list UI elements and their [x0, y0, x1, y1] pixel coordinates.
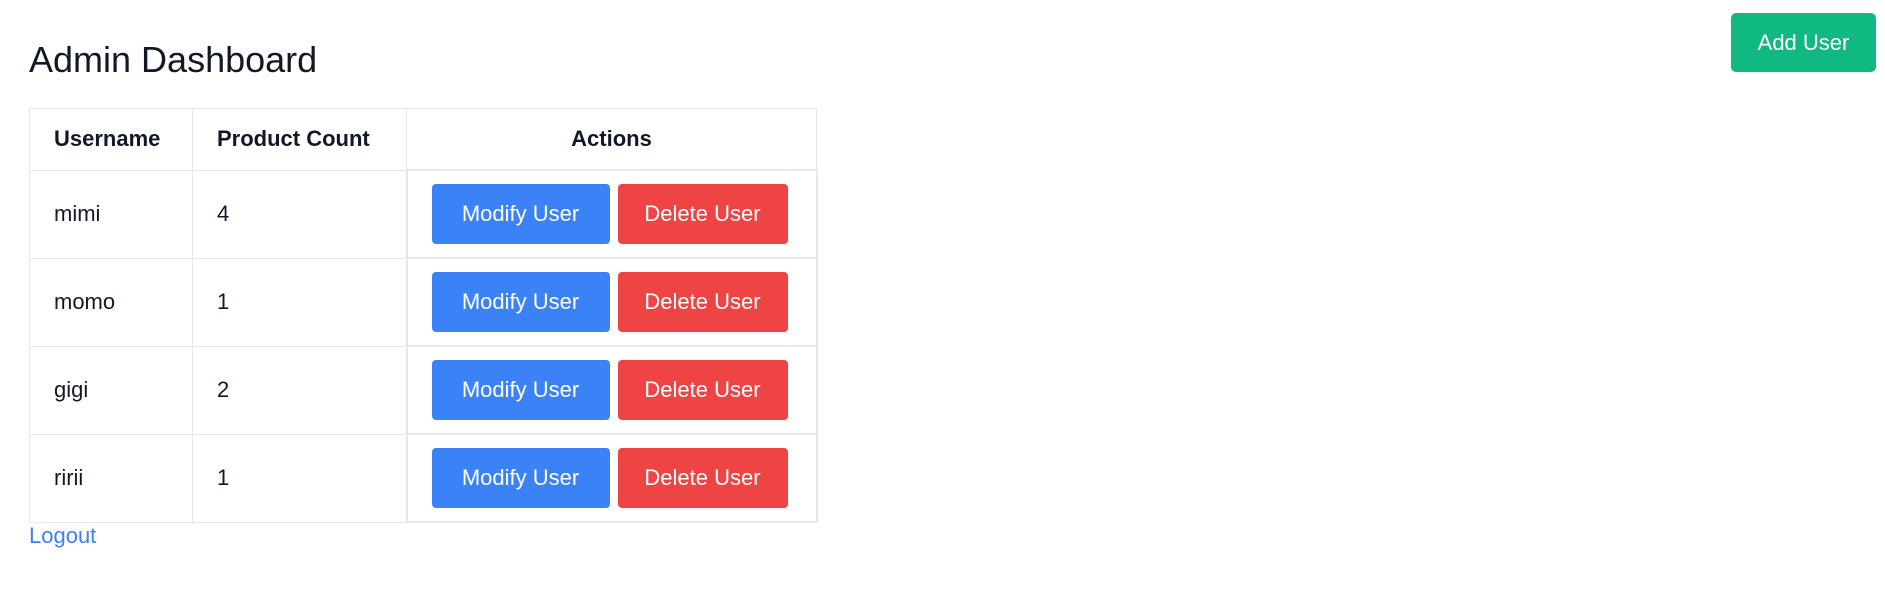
column-header-product-count: Product Count: [192, 108, 407, 171]
add-user-button[interactable]: Add User: [1731, 13, 1876, 72]
delete-user-button[interactable]: Delete User: [617, 448, 788, 508]
logout-link[interactable]: Logout: [29, 523, 96, 549]
product-count-cell: 1: [192, 257, 407, 347]
actions-cell: Modify User Delete User: [405, 169, 818, 259]
modify-user-button[interactable]: Modify User: [431, 272, 610, 332]
delete-user-button[interactable]: Delete User: [617, 184, 788, 244]
product-count-cell: 1: [192, 433, 407, 523]
delete-user-button[interactable]: Delete User: [617, 360, 788, 420]
page-title: Admin Dashboard: [29, 39, 318, 80]
username-cell: momo: [29, 257, 193, 347]
table-row: ririi 1 Modify User Delete User: [29, 433, 818, 523]
table-header-row: Username Product Count Actions: [29, 108, 817, 171]
product-count-cell: 4: [192, 169, 407, 259]
admin-dashboard-page: Add User Admin Dashboard Username Produc…: [0, 0, 1885, 612]
table-row: momo 1 Modify User Delete User: [29, 257, 818, 347]
modify-user-button[interactable]: Modify User: [431, 360, 610, 420]
username-cell: ririi: [29, 433, 193, 523]
actions-cell: Modify User Delete User: [405, 257, 818, 347]
username-cell: gigi: [29, 345, 193, 435]
actions-cell: Modify User Delete User: [405, 345, 818, 435]
table-row: mimi 4 Modify User Delete User: [29, 169, 818, 259]
actions-cell: Modify User Delete User: [405, 433, 818, 523]
table-row: gigi 2 Modify User Delete User: [29, 345, 818, 435]
delete-user-button[interactable]: Delete User: [617, 272, 788, 332]
modify-user-button[interactable]: Modify User: [431, 184, 610, 244]
column-header-actions: Actions: [406, 108, 817, 171]
product-count-cell: 2: [192, 345, 407, 435]
modify-user-button[interactable]: Modify User: [431, 448, 610, 508]
column-header-username: Username: [29, 108, 193, 171]
users-table: Username Product Count Actions mimi 4 Mo…: [29, 108, 818, 523]
username-cell: mimi: [29, 169, 193, 259]
